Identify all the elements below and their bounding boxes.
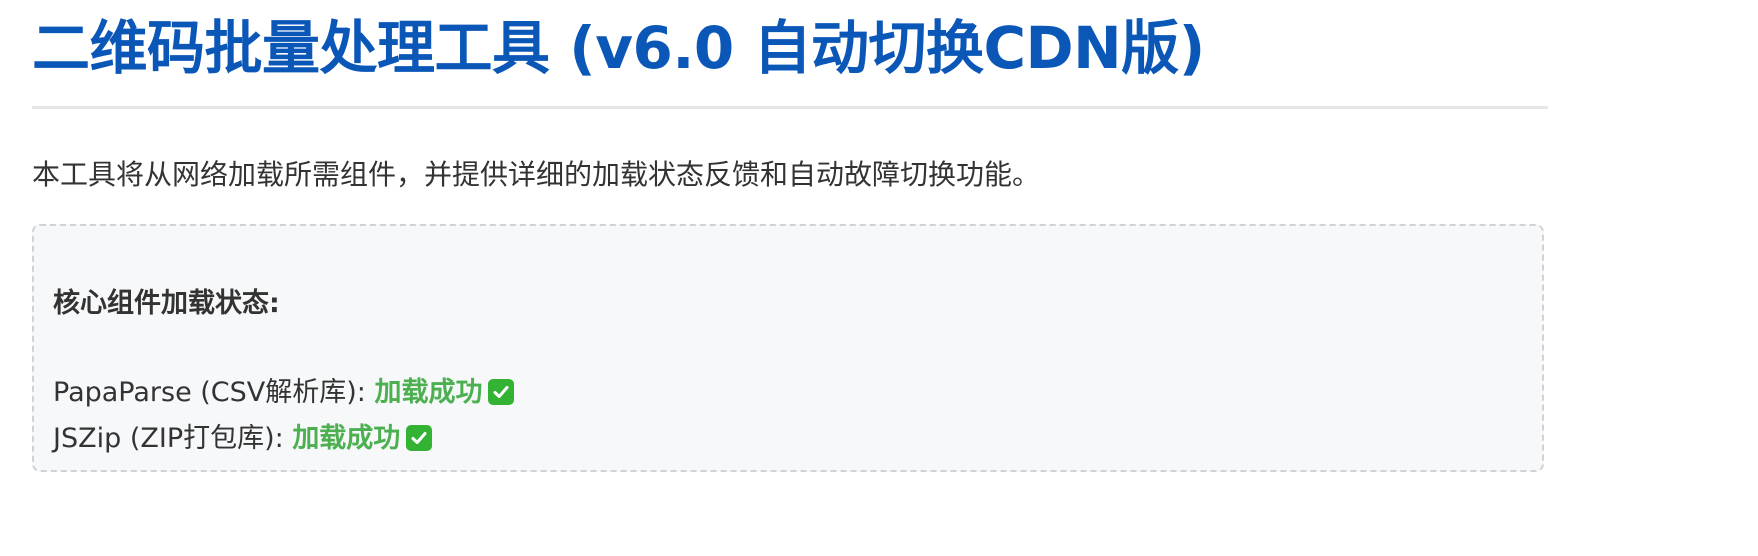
- page-title: 二维码批量处理工具 (v6.0 自动切换CDN版): [32, 14, 1205, 82]
- component-status-list: PapaParse (CSV解析库): 加载成功 JSZip (ZIP打包库):…: [53, 370, 515, 462]
- component-status-panel: 核心组件加载状态: PapaParse (CSV解析库): 加载成功 JSZip…: [32, 224, 1544, 472]
- status-success-label: 加载成功: [292, 423, 401, 454]
- component-name: JSZip (ZIP打包库):: [53, 423, 293, 454]
- status-heading: 核心组件加载状态:: [53, 288, 280, 319]
- page-container: 二维码批量处理工具 (v6.0 自动切换CDN版) 本工具将从网络加载所需组件，…: [32, 0, 1548, 472]
- component-status-jszip: JSZip (ZIP打包库): 加载成功: [53, 416, 514, 462]
- check-mark-icon: [406, 425, 433, 451]
- component-name: PapaParse (CSV解析库):: [53, 377, 375, 408]
- status-success-label: 加载成功: [374, 377, 483, 408]
- intro-text: 本工具将从网络加载所需组件，并提供详细的加载状态反馈和自动故障切换功能。: [32, 158, 1041, 191]
- check-mark-icon: [488, 379, 515, 405]
- component-status-papaparse: PapaParse (CSV解析库): 加载成功: [53, 370, 515, 416]
- title-divider: [32, 106, 1548, 109]
